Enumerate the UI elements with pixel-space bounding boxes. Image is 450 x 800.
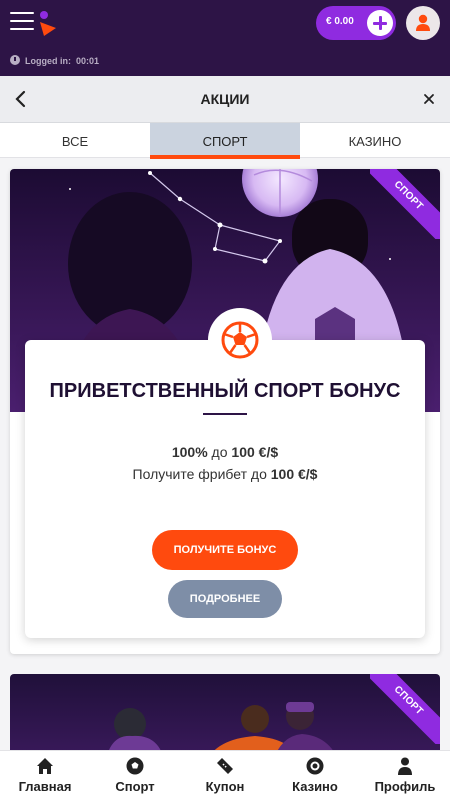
nav-home-label: Главная bbox=[18, 779, 72, 794]
nav-sport-label: Спорт bbox=[115, 779, 155, 794]
tab-sport[interactable]: СПОРТ bbox=[150, 123, 300, 159]
casino-chip-icon bbox=[306, 757, 324, 775]
get-bonus-button[interactable]: ПОЛУЧИТЕ БОНУС bbox=[152, 530, 298, 570]
promo-card: СПОРТ ПРИВЕТСТВЕННЫЙ СПОРТ БОНУС 100% до… bbox=[10, 169, 440, 654]
soccer-ball-icon bbox=[126, 757, 144, 775]
deposit-plus-icon[interactable] bbox=[367, 10, 393, 36]
nav-profile[interactable]: Профиль bbox=[360, 751, 450, 800]
tab-all[interactable]: ВСЕ bbox=[0, 123, 150, 158]
user-icon bbox=[398, 757, 412, 775]
bonus-connector: до bbox=[207, 444, 232, 460]
promo-tabs: ВСЕ СПОРТ КАЗИНО bbox=[0, 123, 450, 159]
user-icon bbox=[416, 14, 430, 31]
clock-icon bbox=[10, 55, 20, 65]
ticket-icon bbox=[217, 758, 233, 774]
ribbon-label-2: СПОРТ bbox=[370, 674, 440, 744]
page-title: АКЦИИ bbox=[200, 91, 250, 107]
nav-sport[interactable]: Спорт bbox=[90, 751, 180, 800]
session-timer: Logged in: 00:01 bbox=[10, 55, 99, 69]
nav-home[interactable]: Главная bbox=[0, 751, 90, 800]
balance-pill[interactable]: € 0.00 bbox=[316, 6, 396, 40]
page-title-bar: АКЦИИ bbox=[0, 76, 450, 123]
bonus-line-1: 100% до 100 €/$ bbox=[25, 444, 425, 460]
nav-casino[interactable]: Казино bbox=[270, 751, 360, 800]
nav-coupon[interactable]: Купон bbox=[180, 751, 270, 800]
nav-profile-label: Профиль bbox=[374, 779, 436, 794]
category-ribbon: СПОРТ bbox=[370, 169, 440, 239]
title-divider bbox=[203, 413, 247, 415]
nav-coupon-label: Купон bbox=[205, 779, 245, 794]
tab-casino[interactable]: КАЗИНО bbox=[300, 123, 450, 158]
category-ribbon-2: СПОРТ bbox=[370, 674, 440, 744]
profile-button[interactable] bbox=[406, 6, 440, 40]
top-header: € 0.00 Logged in: 00:01 bbox=[0, 0, 450, 76]
logged-in-time: 00:01 bbox=[76, 56, 100, 66]
promo-title: ПРИВЕТСТВЕННЫЙ СПОРТ БОНУС bbox=[49, 380, 401, 402]
freebet-amount: 100 €/$ bbox=[270, 466, 318, 482]
logged-in-label: Logged in: bbox=[25, 56, 71, 66]
bonus-percent: 100% bbox=[171, 444, 208, 460]
promo-badge bbox=[208, 308, 272, 372]
balance-amount: € 0.00 bbox=[326, 16, 354, 27]
freebet-text: Получите фрибет до bbox=[132, 466, 271, 482]
bonus-amount: 100 €/$ bbox=[231, 444, 279, 460]
ribbon-label: СПОРТ bbox=[370, 169, 440, 239]
bottom-navigation: Главная Спорт Купон Казино Профиль bbox=[0, 750, 450, 800]
home-icon bbox=[37, 758, 53, 774]
nav-casino-label: Казино bbox=[292, 779, 338, 794]
bonus-line-2: Получите фрибет до 100 €/$ bbox=[25, 466, 425, 482]
menu-icon[interactable] bbox=[10, 12, 34, 34]
promo-content: ПРИВЕТСТВЕННЫЙ СПОРТ БОНУС 100% до 100 €… bbox=[25, 308, 425, 638]
more-details-button[interactable]: ПОДРОБНЕЕ bbox=[168, 580, 282, 618]
soccer-ball-icon bbox=[221, 321, 259, 359]
brand-logo[interactable] bbox=[38, 10, 60, 38]
close-icon[interactable] bbox=[420, 90, 438, 108]
